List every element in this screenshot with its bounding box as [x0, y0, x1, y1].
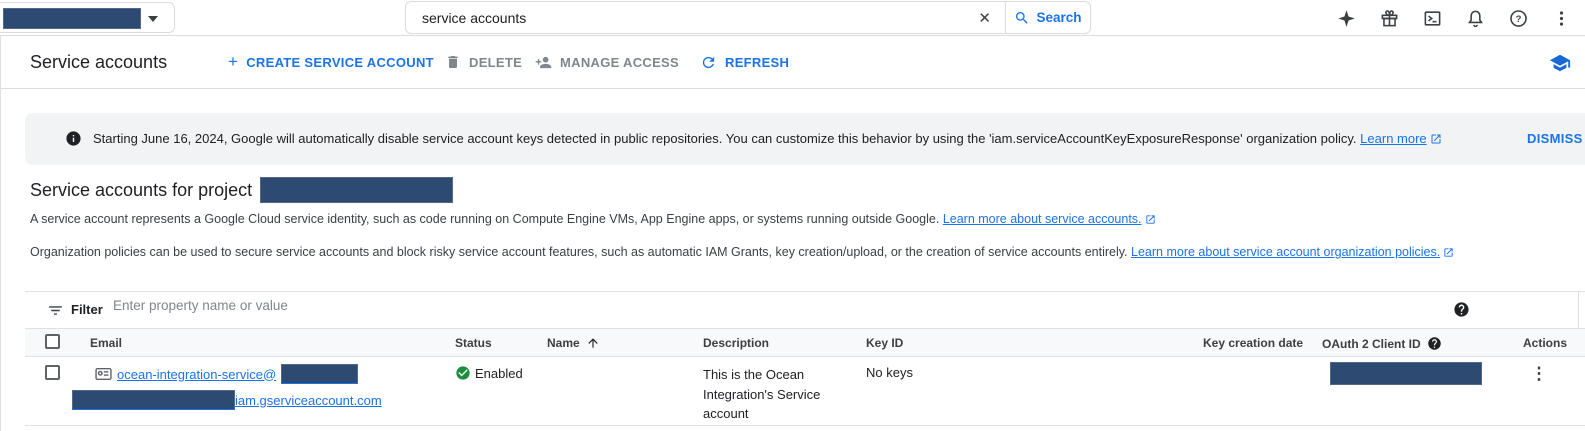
- service-account-email-link[interactable]: ocean-integration-service@: [117, 367, 276, 382]
- page-title: Service accounts: [30, 52, 167, 73]
- divider: [0, 36, 1, 431]
- service-account-email-domain-link[interactable]: iam.gserviceaccount.com: [235, 393, 382, 408]
- column-header-key-creation-date[interactable]: Key creation date: [1203, 336, 1303, 350]
- external-link-icon: [1430, 133, 1442, 148]
- enabled-check-icon: [455, 365, 471, 381]
- search-input[interactable]: [406, 10, 946, 26]
- notifications-bell-icon[interactable]: [1465, 8, 1485, 28]
- project-picker[interactable]: [0, 2, 175, 33]
- clear-search-icon[interactable]: ✕: [978, 9, 991, 28]
- search-input-wrap[interactable]: ✕: [405, 1, 1005, 34]
- email-redacted-segment: [281, 364, 358, 384]
- row-actions-menu-icon[interactable]: ⋮: [1527, 362, 1551, 386]
- column-header-email[interactable]: Email: [90, 336, 122, 350]
- email-cell-line2: iam.gserviceaccount.com: [72, 390, 382, 410]
- learn-more-org-policies-link[interactable]: Learn more about service account organiz…: [1131, 245, 1440, 259]
- filter-input[interactable]: [113, 298, 1113, 313]
- learning-graduation-cap-icon[interactable]: [1549, 52, 1571, 79]
- intro-paragraph-1: A service account represents a Google Cl…: [30, 212, 1156, 228]
- service-accounts-table: Filter Email Status Name Description Key…: [25, 291, 1585, 426]
- column-header-name[interactable]: Name: [547, 336, 600, 350]
- oauth-client-id-redacted: [1330, 362, 1482, 385]
- action-toolbar: Service accounts + CREATE SERVICE ACCOUN…: [0, 36, 1585, 89]
- name-header-label: Name: [547, 336, 580, 350]
- intro1-text: A service account represents a Google Cl…: [30, 212, 939, 226]
- dismiss-button[interactable]: DISMISS: [1527, 131, 1583, 146]
- column-header-status[interactable]: Status: [455, 336, 492, 350]
- filter-row: Filter: [25, 292, 1585, 328]
- divider: [1578, 292, 1579, 328]
- sort-ascending-icon: [586, 336, 600, 350]
- filter-help-icon[interactable]: [1453, 301, 1470, 323]
- help-icon[interactable]: ?: [1508, 8, 1528, 28]
- column-header-description[interactable]: Description: [703, 336, 769, 350]
- refresh-button[interactable]: REFRESH: [700, 54, 789, 71]
- refresh-icon: [700, 54, 717, 71]
- service-account-icon: [95, 367, 112, 381]
- gift-icon[interactable]: [1379, 8, 1399, 28]
- intro2-text: Organization policies can be used to sec…: [30, 245, 1128, 259]
- chevron-down-icon: [148, 16, 158, 22]
- row-checkbox[interactable]: [45, 365, 60, 380]
- top-bar: ✕ Search ?: [0, 0, 1585, 36]
- oauth-header-label: OAuth 2 Client ID: [1322, 337, 1421, 351]
- info-banner: Starting June 16, 2024, Google will auto…: [25, 113, 1585, 165]
- topbar-icon-group: ?: [1336, 8, 1571, 28]
- manage-access-button[interactable]: MANAGE ACCESS: [535, 54, 679, 71]
- external-link-icon: [1443, 247, 1454, 261]
- search-bar: ✕ Search: [405, 1, 1091, 34]
- learn-more-service-accounts-link[interactable]: Learn more about service accounts.: [943, 212, 1142, 226]
- email-cell-line1: ocean-integration-service@: [95, 364, 358, 384]
- create-service-account-button[interactable]: + CREATE SERVICE ACCOUNT: [228, 54, 434, 70]
- email-redacted-segment: [72, 390, 235, 410]
- description-cell: This is the Ocean Integration's Service …: [703, 365, 831, 424]
- create-service-account-label: CREATE SERVICE ACCOUNT: [246, 55, 434, 70]
- section-heading-row: Service accounts for project: [30, 177, 453, 203]
- filter-label: Filter: [71, 302, 103, 317]
- column-header-key-id[interactable]: Key ID: [866, 336, 903, 350]
- person-add-icon: [535, 54, 552, 71]
- delete-button[interactable]: DELETE: [445, 54, 522, 70]
- filter-icon: [47, 302, 64, 324]
- svg-text:?: ?: [1515, 14, 1521, 25]
- table-header-row: Email Status Name Description Key ID Key…: [25, 328, 1585, 357]
- gemini-icon[interactable]: [1336, 8, 1356, 28]
- info-icon: [65, 130, 82, 152]
- manage-access-label: MANAGE ACCESS: [560, 55, 679, 70]
- refresh-label: REFRESH: [725, 55, 789, 70]
- intro-paragraph-2: Organization policies can be used to sec…: [30, 245, 1454, 261]
- search-button-label: Search: [1036, 10, 1081, 25]
- search-icon: [1014, 10, 1030, 26]
- cloud-shell-icon[interactable]: [1422, 8, 1442, 28]
- status-label: Enabled: [475, 366, 523, 381]
- banner-learn-more-link[interactable]: Learn more: [1360, 131, 1426, 146]
- status-cell: Enabled: [455, 365, 523, 381]
- key-id-cell: No keys: [866, 365, 913, 380]
- plus-icon: +: [228, 54, 238, 70]
- banner-message-text: Starting June 16, 2024, Google will auto…: [93, 131, 1357, 146]
- trash-icon: [445, 54, 461, 70]
- banner-message: Starting June 16, 2024, Google will auto…: [93, 131, 1442, 148]
- oauth-help-icon[interactable]: [1427, 336, 1442, 351]
- project-id-redacted: [260, 177, 453, 203]
- section-heading: Service accounts for project: [30, 180, 252, 201]
- select-all-checkbox[interactable]: [45, 334, 60, 349]
- delete-label: DELETE: [469, 55, 522, 70]
- service-accounts-page: ✕ Search ?: [0, 0, 1585, 431]
- table-row: ocean-integration-service@ iam.gservicea…: [25, 357, 1585, 426]
- column-header-oauth-client-id[interactable]: OAuth 2 Client ID: [1322, 336, 1442, 351]
- search-button[interactable]: Search: [1005, 1, 1091, 34]
- project-name-redacted: [3, 8, 141, 29]
- more-options-icon[interactable]: [1551, 8, 1571, 28]
- column-header-actions: Actions: [1523, 336, 1567, 350]
- external-link-icon: [1145, 214, 1156, 228]
